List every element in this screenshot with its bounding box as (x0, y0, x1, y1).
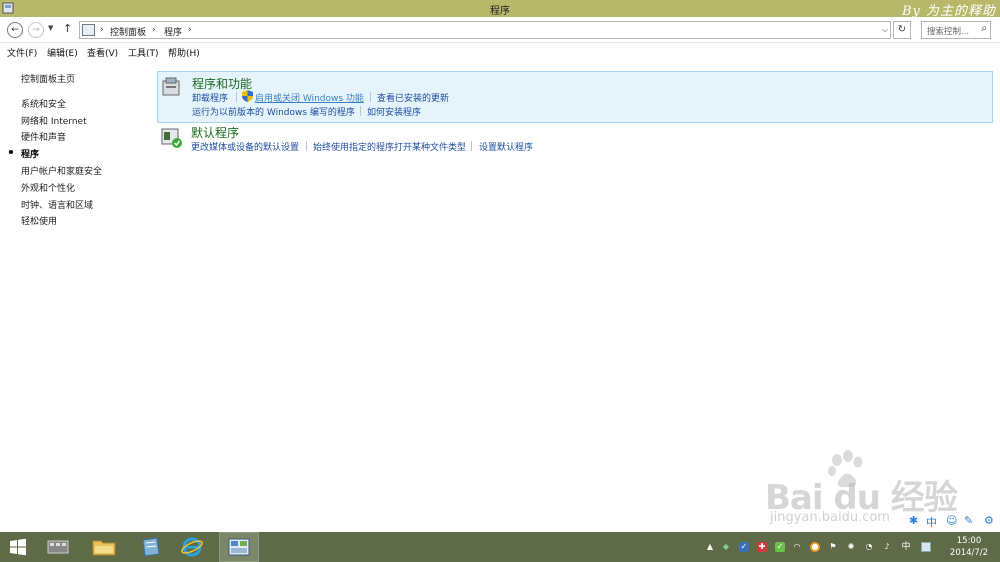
tray-app-icon[interactable]: ◆ (721, 542, 731, 552)
address-dropdown-chevron-down-icon[interactable]: ⌵ (882, 25, 888, 35)
search-box[interactable]: 搜索控制... ⌕ (921, 21, 991, 39)
menu-help[interactable]: 帮助(H) (168, 46, 200, 59)
menu-bar: 文件(F) 编辑(E) 查看(V) 工具(T) 帮助(H) (0, 44, 1000, 61)
sidebar-item-clock-language[interactable]: 时钟、语言和区域 (21, 198, 93, 211)
control-panel-icon (228, 538, 250, 556)
folder-icon (92, 540, 116, 556)
taskbar-app-notebook[interactable] (130, 532, 170, 562)
notebook-icon (142, 537, 160, 557)
breadcrumb-programs[interactable]: 程序 (164, 25, 182, 38)
ime-gear-icon[interactable]: ⚙ (984, 514, 994, 527)
ime-pen-icon[interactable]: ✎ (964, 514, 973, 527)
navigation-bar: ← → ▼ ↑ › 控制面板 › 程序 › ⌵ ↻ 搜索控制... ⌕ (0, 17, 1000, 43)
system-clock[interactable]: 15:00 2014/7/2 (944, 535, 994, 559)
tray-keyboard-icon[interactable] (921, 542, 931, 552)
ime-language-indicator[interactable]: 中 (899, 542, 913, 552)
tray-shield-icon[interactable]: ✓ (739, 542, 749, 552)
how-to-install-link[interactable]: 如何安装程序 (367, 105, 421, 118)
search-input[interactable]: 搜索控制... (927, 25, 969, 37)
taskbar-control-panel[interactable] (219, 532, 259, 562)
link-separator (236, 92, 237, 102)
tray-app-icon[interactable]: ✺ (846, 542, 856, 552)
wifi-icon[interactable]: ◠ (792, 542, 802, 552)
turn-windows-features-link[interactable]: 启用或关闭 Windows 功能 (255, 91, 364, 104)
internet-explorer-icon (181, 537, 203, 557)
change-media-defaults-link[interactable]: 更改媒体或设备的默认设置 (191, 140, 299, 153)
ime-emoji-icon[interactable]: ☺ (946, 514, 957, 527)
category-programs-features: 程序和功能 卸载程序 启用或关闭 Windows 功能 查看已安装的更新 运行为… (157, 71, 993, 123)
sidebar-item-system-security[interactable]: 系统和安全 (21, 97, 66, 110)
window-title: 程序 (490, 6, 510, 17)
default-programs-icon (161, 128, 182, 148)
sidebar-item-programs[interactable]: 程序 (21, 147, 39, 160)
set-default-programs-link[interactable]: 设置默认程序 (479, 140, 533, 153)
title-bar: 程序 By 为主的释助 (0, 0, 1000, 19)
breadcrumb-separator[interactable]: › (152, 25, 156, 35)
file-type-association-link[interactable]: 始终使用指定的程序打开某种文件类型 (313, 140, 466, 153)
ime-settings-icon[interactable]: ✱ (909, 514, 918, 527)
menu-edit[interactable]: 编辑(E) (47, 46, 78, 59)
tray-security-icon[interactable]: ✚ (757, 542, 767, 552)
windows-logo-icon (10, 538, 26, 556)
tray-app-icon[interactable]: ◔ (864, 542, 874, 552)
taskbar-file-explorer[interactable] (84, 532, 124, 562)
link-separator (370, 92, 371, 102)
taskbar-app-film[interactable] (38, 532, 78, 562)
link-separator (471, 141, 472, 151)
forward-button[interactable]: → (28, 22, 44, 38)
menu-file[interactable]: 文件(F) (7, 46, 37, 59)
programs-features-icon (162, 77, 180, 96)
uninstall-program-link[interactable]: 卸载程序 (192, 91, 228, 104)
default-programs-title[interactable]: 默认程序 (191, 124, 239, 141)
volume-icon[interactable]: ♪ (882, 542, 892, 552)
recent-pages-chevron-down-icon[interactable]: ▼ (48, 24, 53, 32)
sidebar-item-appearance[interactable]: 外观和个性化 (21, 181, 75, 194)
up-button[interactable]: ↑ (63, 22, 72, 35)
sidebar-item-network[interactable]: 网络和 Internet (21, 114, 87, 127)
back-button[interactable]: ← (7, 22, 23, 38)
ime-toolbar: ✱ 中 ☺ ✎ ⚙ (906, 514, 1000, 530)
clock-date: 2014/7/2 (949, 548, 989, 558)
view-installed-updates-link[interactable]: 查看已安装的更新 (377, 91, 449, 104)
sidebar-item-hardware[interactable]: 硬件和声音 (21, 130, 66, 143)
link-separator (360, 106, 361, 116)
current-item-bullet (9, 150, 13, 154)
tray-app-orange-icon[interactable]: ● (810, 542, 820, 552)
breadcrumb-separator[interactable]: › (100, 25, 104, 35)
breadcrumb-control-panel[interactable]: 控制面板 (110, 25, 146, 38)
link-separator (306, 141, 307, 151)
clock-time: 15:00 (956, 536, 982, 546)
refresh-button[interactable]: ↻ (893, 21, 911, 39)
tray-app-green-icon[interactable]: ✓ (775, 542, 785, 552)
taskbar-internet-explorer[interactable] (172, 532, 212, 562)
search-icon[interactable]: ⌕ (981, 23, 987, 34)
action-center-flag-icon[interactable]: ⚑ (828, 542, 838, 552)
sidebar-item-user-accounts[interactable]: 用户帐户和家庭安全 (21, 164, 102, 177)
category-default-programs: 默认程序 更改媒体或设备的默认设置 始终使用指定的程序打开某种文件类型 设置默认… (157, 125, 993, 155)
film-icon (47, 540, 69, 554)
run-older-programs-link[interactable]: 运行为以前版本的 Windows 编写的程序 (192, 105, 355, 118)
start-button[interactable] (0, 532, 36, 562)
address-bar[interactable]: › 控制面板 › 程序 › ⌵ (79, 21, 891, 39)
control-panel-icon (82, 24, 95, 36)
breadcrumb-separator[interactable]: › (188, 25, 192, 35)
show-hidden-icons-chevron-up-icon[interactable]: ▲ (705, 542, 715, 552)
menu-view[interactable]: 查看(V) (87, 46, 118, 59)
taskbar: ▲ ◆ ✓ ✚ ✓ ◠ ● ⚑ ✺ ◔ ♪ 中 (0, 532, 1000, 562)
ime-mode-chinese[interactable]: 中 (926, 514, 937, 530)
shield-icon (242, 90, 253, 102)
control-panel-home-link[interactable]: 控制面板主页 (21, 72, 75, 85)
menu-tools[interactable]: 工具(T) (128, 46, 159, 59)
sidebar-item-ease-of-access[interactable]: 轻松使用 (21, 214, 57, 227)
baidu-url-watermark: jingyan.baidu.com (770, 510, 890, 525)
